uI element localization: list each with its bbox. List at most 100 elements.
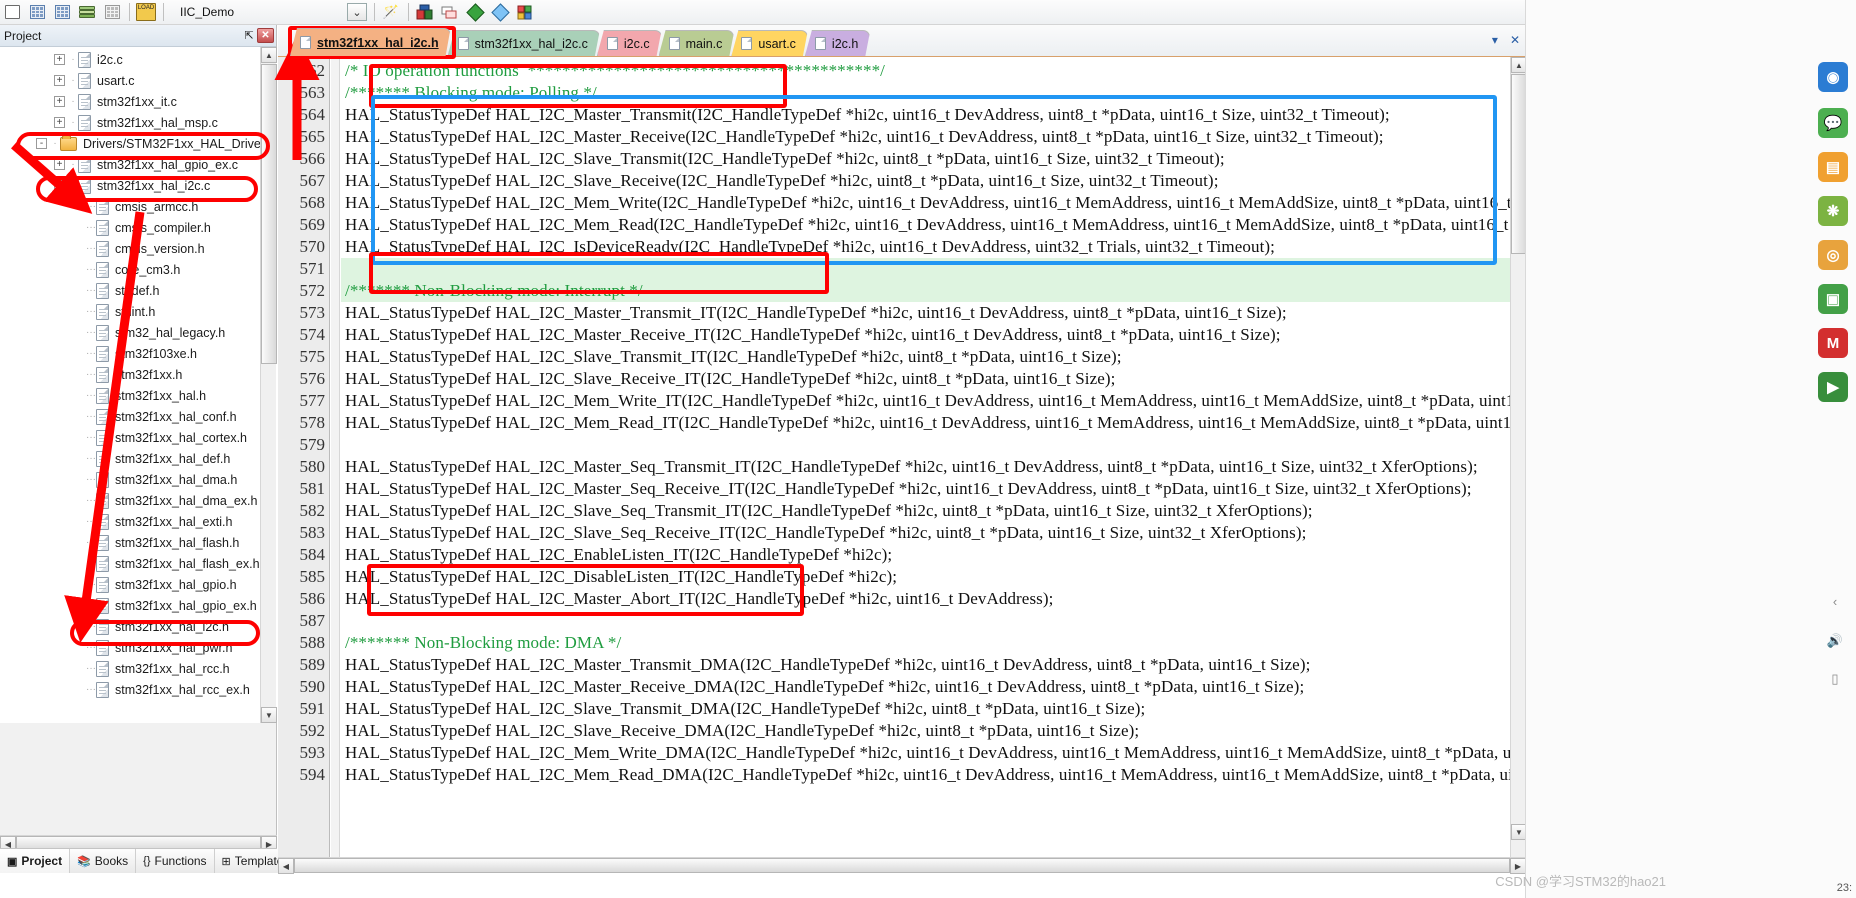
expand-icon[interactable]: + — [54, 159, 65, 170]
tree-item[interactable]: ··· stdint.h — [0, 301, 277, 322]
code-line[interactable]: /* IO operation functions **************… — [345, 60, 885, 82]
project-tree-vscrollbar[interactable]: ▲ ▼ — [260, 47, 277, 723]
bookmark-next-icon[interactable] — [488, 1, 512, 23]
expand-icon[interactable]: + — [54, 117, 65, 128]
battery-icon[interactable]: ▯ — [1824, 668, 1846, 690]
load-icon[interactable]: LOAD — [134, 1, 158, 23]
tree-item[interactable]: ··· stm32f103xe.h — [0, 343, 277, 364]
tree-item[interactable]: ··· cmsis_armcc.h — [0, 196, 277, 217]
code-line[interactable]: HAL_StatusTypeDef HAL_I2C_DisableListen_… — [345, 566, 897, 588]
scroll-up-button[interactable]: ▲ — [261, 47, 277, 63]
editor-hscroll-left-button[interactable]: ◀ — [278, 858, 294, 874]
tree-item[interactable]: - · stm32f1xx_hal_i2c.c — [0, 175, 277, 196]
chrome-icon[interactable]: ◎ — [1818, 240, 1848, 270]
code-editor[interactable]: 562 563 564 565 566 567 568 569 570 571 572 573 574 5… — [278, 57, 1526, 857]
code-line[interactable]: HAL_StatusTypeDef HAL_I2C_Mem_Read(I2C_H… — [345, 214, 1526, 236]
tree-item[interactable]: ··· stm32f1xx_hal_gpio.h — [0, 574, 277, 595]
tree-item[interactable]: ··· stm32f1xx_hal_dma.h — [0, 469, 277, 490]
code-line[interactable]: HAL_StatusTypeDef HAL_I2C_Master_Transmi… — [345, 654, 1310, 676]
code-line[interactable]: HAL_StatusTypeDef HAL_I2C_Slave_Receive_… — [345, 368, 1115, 390]
tree-item[interactable]: ··· stm32f1xx_hal_flash_ex.h — [0, 553, 277, 574]
editor-tab-stm32f1xx-hal-i2c-h[interactable]: stm32f1xx_hal_i2c.h — [290, 28, 451, 56]
target-options-icon[interactable]: 🪄 — [379, 1, 403, 23]
code-line[interactable]: HAL_StatusTypeDef HAL_I2C_IsDeviceReady(… — [345, 236, 1275, 258]
insert-group-icon[interactable] — [50, 1, 74, 23]
tree-item[interactable]: ··· core_cm3.h — [0, 259, 277, 280]
app-icon[interactable]: ▣ — [1818, 284, 1848, 314]
code-line[interactable]: HAL_StatusTypeDef HAL_I2C_Master_Receive… — [345, 324, 1281, 346]
code-line[interactable]: HAL_StatusTypeDef HAL_I2C_Slave_Receive_… — [345, 720, 1139, 742]
code-text-area[interactable]: /* IO operation functions **************… — [341, 57, 1526, 857]
bookmark-all-icon[interactable] — [513, 1, 537, 23]
editor-tab-usart-c[interactable]: usart.c — [731, 30, 808, 56]
tree-item[interactable]: + · stm32f1xx_hal_msp.c — [0, 112, 277, 133]
save-all-icon[interactable] — [25, 1, 49, 23]
save-icon[interactable] — [0, 1, 24, 23]
tree-item[interactable]: ··· stm32_hal_legacy.h — [0, 322, 277, 343]
volume-icon[interactable]: 🔊 — [1824, 630, 1846, 652]
code-line[interactable]: HAL_StatusTypeDef HAL_I2C_Slave_Seq_Rece… — [345, 522, 1306, 544]
tree-item[interactable]: + · stm32f1xx_it.c — [0, 91, 277, 112]
browser-icon[interactable]: ◉ — [1818, 62, 1848, 92]
expand-icon[interactable]: + — [54, 96, 65, 107]
code-line[interactable]: HAL_StatusTypeDef HAL_I2C_Master_Seq_Rec… — [345, 478, 1472, 500]
code-line[interactable]: HAL_StatusTypeDef HAL_I2C_Master_Seq_Tra… — [345, 456, 1478, 478]
tree-item[interactable]: + · i2c.c — [0, 49, 277, 70]
tree-item[interactable]: ··· cmsis_compiler.h — [0, 217, 277, 238]
folder-icon[interactable]: ▤ — [1818, 152, 1848, 182]
pin-icon[interactable]: ⇱ — [241, 28, 257, 44]
tree-item[interactable]: ··· stm32f1xx_hal_conf.h — [0, 406, 277, 427]
tree-item[interactable]: ··· stm32f1xx_hal_pwr.h — [0, 637, 277, 658]
tab-list-dropdown-icon[interactable]: ▾ — [1492, 33, 1498, 47]
tree-item[interactable]: ··· stddef.h — [0, 280, 277, 301]
books-icon[interactable] — [75, 1, 99, 23]
code-line[interactable]: HAL_StatusTypeDef HAL_I2C_Mem_Write_DMA(… — [345, 742, 1526, 764]
collapse-icon[interactable]: - — [36, 138, 47, 149]
project-tree[interactable]: + · i2c.c + · usart.c + · stm32f1xx_it.c + · stm32f… — [0, 47, 277, 723]
expand-icon[interactable]: + — [54, 75, 65, 86]
tree-item[interactable]: ··· stm32f1xx_hal_cortex.h — [0, 427, 277, 448]
tree-item[interactable]: ··· stm32f1xx_hal_flash.h — [0, 532, 277, 553]
editor-vscrollbar[interactable]: ▲ ▼ — [1510, 57, 1527, 857]
code-line[interactable]: HAL_StatusTypeDef HAL_I2C_Mem_Write_IT(I… — [345, 390, 1526, 412]
code-line[interactable]: HAL_StatusTypeDef HAL_I2C_Mem_Read_IT(I2… — [345, 412, 1526, 434]
code-line[interactable]: HAL_StatusTypeDef HAL_I2C_Master_Receive… — [345, 126, 1384, 148]
collapse-icon[interactable]: - — [54, 180, 65, 191]
panel-tab-books[interactable]: 📚 Books — [70, 849, 137, 873]
code-line[interactable]: HAL_StatusTypeDef HAL_I2C_Slave_Transmit… — [345, 148, 1225, 170]
chevron-left-icon[interactable]: ‹ — [1824, 590, 1846, 612]
tree-item[interactable]: - · Drivers/STM32F1xx_HAL_Driver — [0, 133, 277, 154]
leaf-icon[interactable]: ❋ — [1818, 196, 1848, 226]
tree-item[interactable]: ··· stm32f1xx_hal.h — [0, 385, 277, 406]
code-line[interactable]: HAL_StatusTypeDef HAL_I2C_Slave_Seq_Tran… — [345, 500, 1313, 522]
expand-icon[interactable]: + — [54, 54, 65, 65]
tree-item[interactable]: ··· stm32f1xx_hal_dma_ex.h — [0, 490, 277, 511]
code-line[interactable]: HAL_StatusTypeDef HAL_I2C_EnableListen_I… — [345, 544, 892, 566]
tab-close-icon[interactable]: ✕ — [1510, 33, 1520, 47]
tree-item[interactable]: + · usart.c — [0, 70, 277, 91]
build-target-icon[interactable] — [100, 1, 124, 23]
scroll-down-button[interactable]: ▼ — [261, 707, 277, 723]
multi-project-icon[interactable] — [438, 1, 462, 23]
editor-tab-main-c[interactable]: main.c — [659, 30, 735, 56]
editor-tab-stm32f1xx-hal-i2c-c[interactable]: stm32f1xx_hal_i2c.c — [448, 30, 600, 56]
tree-item[interactable]: ··· stm32f1xx_hal_def.h — [0, 448, 277, 469]
tree-item[interactable]: ··· cmsis_version.h — [0, 238, 277, 259]
close-icon[interactable]: ✕ — [257, 28, 274, 43]
code-line[interactable]: /******* Blocking mode: Polling */ — [345, 82, 597, 104]
code-line[interactable]: HAL_StatusTypeDef HAL_I2C_Master_Receive… — [345, 676, 1304, 698]
editor-hscrollbar[interactable]: ◀ ▶ — [278, 857, 1526, 874]
code-line[interactable]: HAL_StatusTypeDef HAL_I2C_Mem_Write(I2C_… — [345, 192, 1526, 214]
code-line[interactable]: HAL_StatusTypeDef HAL_I2C_Master_Abort_I… — [345, 588, 1053, 610]
tree-item[interactable]: ··· stm32f1xx_hal_exti.h — [0, 511, 277, 532]
bookmark-icon[interactable] — [463, 1, 487, 23]
code-line[interactable]: HAL_StatusTypeDef HAL_I2C_Slave_Receive(… — [345, 170, 1219, 192]
editor-tab-i2c-h[interactable]: i2c.h — [805, 30, 870, 56]
tree-item[interactable]: + · stm32f1xx_hal_gpio_ex.c — [0, 154, 277, 175]
music-icon[interactable]: M — [1818, 328, 1848, 358]
dropdown-chevron-icon[interactable]: ⌄ — [345, 1, 369, 23]
code-line[interactable]: HAL_StatusTypeDef HAL_I2C_Slave_Transmit… — [345, 346, 1122, 368]
manage-components-icon[interactable] — [413, 1, 437, 23]
code-line[interactable]: HAL_StatusTypeDef HAL_I2C_Master_Transmi… — [345, 104, 1390, 126]
scroll-thumb[interactable] — [261, 64, 277, 364]
